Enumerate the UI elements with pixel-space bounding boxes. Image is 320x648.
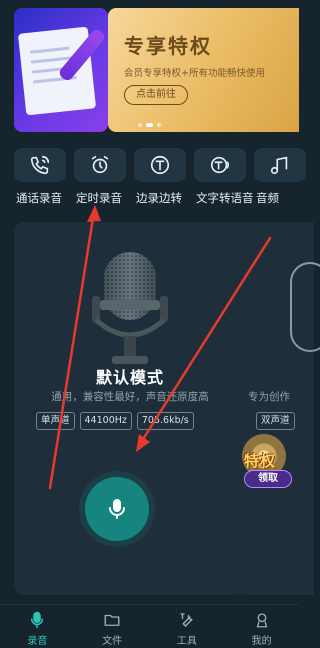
mode-tag: 双声道 — [256, 412, 295, 430]
banner-pagination — [138, 123, 161, 127]
tool-call-recording[interactable]: 通话录音 — [14, 148, 74, 206]
nav-files[interactable]: 文件 — [75, 605, 150, 648]
text-to-speech-icon — [210, 156, 230, 174]
tools-icon — [180, 613, 193, 627]
nav-label: 录音 — [27, 636, 48, 647]
mode-tags: 单声道 44100Hz 705.6kb/s — [36, 412, 194, 430]
mode-description: 专为创作 — [248, 391, 290, 403]
promo-banner[interactable]: 专享特权 会员专享特权+所有功能畅快使用 点击前往 — [0, 8, 299, 132]
pagination-dot — [138, 123, 142, 127]
mode-card-default[interactable]: 默认模式 通用，兼容性最好，声音还原度高 单声道 44100Hz 705.6kb… — [14, 222, 246, 595]
record-button[interactable] — [85, 477, 149, 541]
banner-title: 专享特权 — [124, 34, 212, 58]
tool-label: 文字转语音 — [196, 191, 254, 205]
privilege-badge[interactable]: 特权 领取 — [240, 432, 298, 494]
user-icon — [256, 613, 268, 628]
banner-go-button[interactable]: 点击前往 — [124, 85, 188, 105]
mode-description: 通用，兼容性最好，声音还原度高 — [51, 391, 209, 403]
alarm-clock-icon — [91, 155, 109, 174]
folder-icon — [104, 614, 120, 626]
mic-icon — [31, 611, 44, 629]
mode-tag: 44100Hz — [79, 412, 132, 430]
mode-title: 默认模式 — [95, 368, 164, 387]
tool-label: 定时录音 — [76, 191, 122, 205]
tool-label: 音频 — [256, 191, 279, 205]
banner-prev-slide[interactable] — [14, 8, 108, 132]
audio-icon — [270, 156, 288, 175]
nav-record[interactable]: 录音 — [0, 605, 75, 648]
tool-text-to-speech[interactable]: 文字转语音 — [194, 148, 254, 206]
mode-tag: 单声道 — [36, 412, 75, 430]
tool-row: 通话录音 定时录音 边录边转 文字转语音 音频 — [14, 148, 314, 206]
nav-label: 工具 — [176, 636, 197, 647]
nav-label: 我的 — [251, 636, 272, 647]
microphone-image — [92, 252, 168, 364]
phone-call-icon — [30, 155, 50, 175]
tool-label: 通话录音 — [16, 191, 62, 205]
mode-card-stereo[interactable]: 专为创作 双声道 — [234, 222, 320, 595]
microphone-image-partial — [290, 262, 320, 352]
badge-word: 特权 — [244, 452, 277, 470]
tool-label: 边录边转 — [136, 191, 182, 205]
nav-label: 文件 — [102, 636, 123, 647]
nav-profile[interactable]: 我的 — [224, 605, 299, 648]
mode-tag: 705.6kb/s — [136, 412, 194, 430]
pagination-dot — [157, 123, 161, 127]
pagination-dot-active — [146, 123, 153, 127]
claim-button[interactable]: 领取 — [244, 470, 292, 488]
mic-icon — [109, 499, 125, 519]
banner-current-slide[interactable]: 专享特权 会员专享特权+所有功能畅快使用 点击前往 — [108, 8, 299, 132]
banner-subtitle: 会员专享特权+所有功能畅快使用 — [124, 68, 265, 79]
bottom-nav: 录音 文件 工具 我的 — [0, 604, 299, 648]
tool-audio[interactable]: 音频 — [254, 148, 314, 206]
tool-scheduled-recording[interactable]: 定时录音 — [74, 148, 134, 206]
arrow-head — [87, 205, 101, 222]
tool-record-and-transcribe[interactable]: 边录边转 — [134, 148, 194, 206]
nav-tools[interactable]: 工具 — [150, 605, 225, 648]
t-convert-icon — [150, 155, 170, 175]
